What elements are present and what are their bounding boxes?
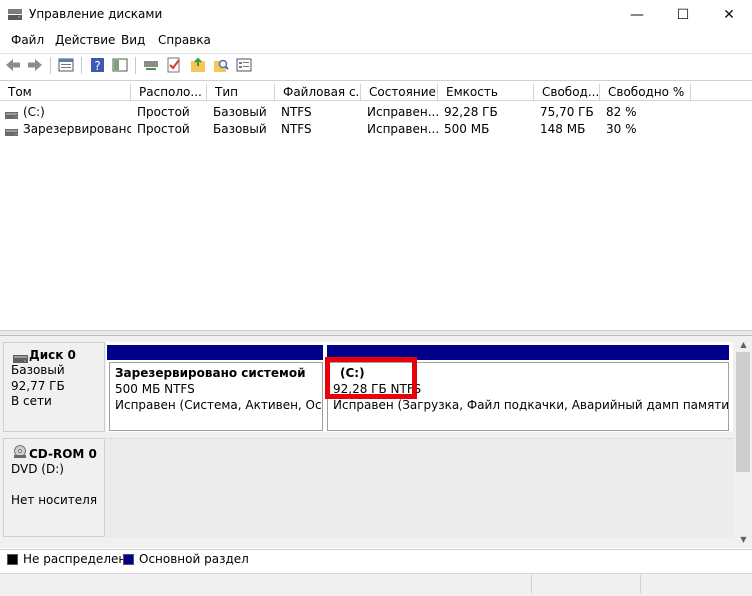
volume-layout: Простой [137,122,190,136]
volume-filesystem: NTFS [281,122,312,136]
column-header-free[interactable]: Свобод... [534,84,600,101]
scroll-up-icon[interactable]: ▲ [735,336,752,353]
scrollbar-thumb[interactable] [736,352,750,472]
help-icon[interactable]: ? [90,57,106,73]
volume-type: Базовый [213,105,267,119]
cdrom-0-media: Нет носителя [11,493,98,507]
disk-0-label[interactable]: Диск 0 Базовый 92,77 ГБ В сети [3,342,105,432]
volume-capacity: 92,28 ГБ [444,105,498,119]
partition-reserved[interactable]: Зарезервировано системой 500 МБ NTFS Исп… [109,362,323,431]
svg-text:?: ? [94,59,100,73]
console-icon[interactable] [236,57,252,73]
column-header-empty [691,84,752,101]
disk-0-name: Диск 0 [29,348,76,362]
cdrom-0-area [106,438,733,538]
cdrom-icon [13,445,27,463]
volume-capacity: 500 МБ [444,122,490,136]
search-icon[interactable] [213,57,229,73]
legend-label-primary: Основной раздел [139,552,249,566]
open-folder-icon[interactable] [190,57,206,73]
toolbar-separator [81,57,82,74]
menu-action[interactable]: Действие [55,33,115,47]
partition-reserved-status: Исправен (Система, Активен, Основн [115,398,322,412]
legend-swatch-unallocated [7,554,18,565]
legend-label-unallocated: Не распределена [23,552,134,566]
window-title: Управление дисками [29,7,163,21]
scroll-down-icon[interactable]: ▼ [735,531,752,548]
status-bar-divider [640,575,641,593]
maximize-button[interactable]: ☐ [660,0,706,30]
disk-0-type: Базовый [11,363,65,377]
check-icon[interactable] [166,57,182,73]
minimize-button[interactable]: — [614,0,660,30]
menu-file[interactable]: Файл [11,33,44,47]
column-header-filesystem[interactable]: Файловая с... [275,84,361,101]
menu-help[interactable]: Справка [158,33,211,47]
volume-status: Исправен... [367,122,438,136]
disk-0-size: 92,77 ГБ [11,379,65,393]
menu-view[interactable]: Вид [121,33,145,47]
volume-free-percent: 30 % [606,122,637,136]
volume-name: (C:) [23,105,45,119]
volume-layout: Простой [137,105,190,119]
partition-reserved-size: 500 МБ NTFS [115,382,195,396]
volume-free: 148 МБ [540,122,586,136]
column-header-free-percent[interactable]: Свободно % [600,84,691,101]
volume-free: 75,70 ГБ [540,105,594,119]
connect-disk-icon[interactable] [143,57,159,73]
show-pane-icon[interactable] [112,57,128,73]
cdrom-0-drive: DVD (D:) [11,462,64,476]
column-header-layout[interactable]: Располо... [131,84,207,101]
disk-0-state: В сети [11,394,52,408]
volume-name: Зарезервировано... [23,122,131,136]
column-header-status[interactable]: Состояние [361,84,438,101]
forward-icon[interactable] [27,57,43,73]
cdrom-0-name: CD-ROM 0 [29,447,97,461]
column-header-type[interactable]: Тип [207,84,275,101]
toolbar-separator [50,57,51,74]
column-header-volume[interactable]: Том [0,84,131,101]
partition-c-status: Исправен (Загрузка, Файл подкачки, Авари… [333,398,729,412]
status-bar-divider [531,575,532,593]
partition-bar-reserved [107,345,323,360]
volume-filesystem: NTFS [281,105,312,119]
volume-type: Базовый [213,122,267,136]
volume-icon [5,108,18,122]
column-header-capacity[interactable]: Емкость [438,84,534,101]
properties-icon[interactable] [58,57,74,73]
close-button[interactable]: ✕ [706,0,752,30]
volume-free-percent: 82 % [606,105,637,119]
highlight-box [325,357,417,399]
back-icon[interactable] [5,57,21,73]
volume-status: Исправен... [367,105,438,119]
volume-icon [5,125,18,139]
partition-reserved-title: Зарезервировано системой [115,366,306,380]
disk-management-app-icon [8,8,22,20]
cdrom-0-label[interactable]: CD-ROM 0 DVD (D:) Нет носителя [3,438,105,537]
toolbar-separator [135,57,136,74]
legend-swatch-primary [123,554,134,565]
